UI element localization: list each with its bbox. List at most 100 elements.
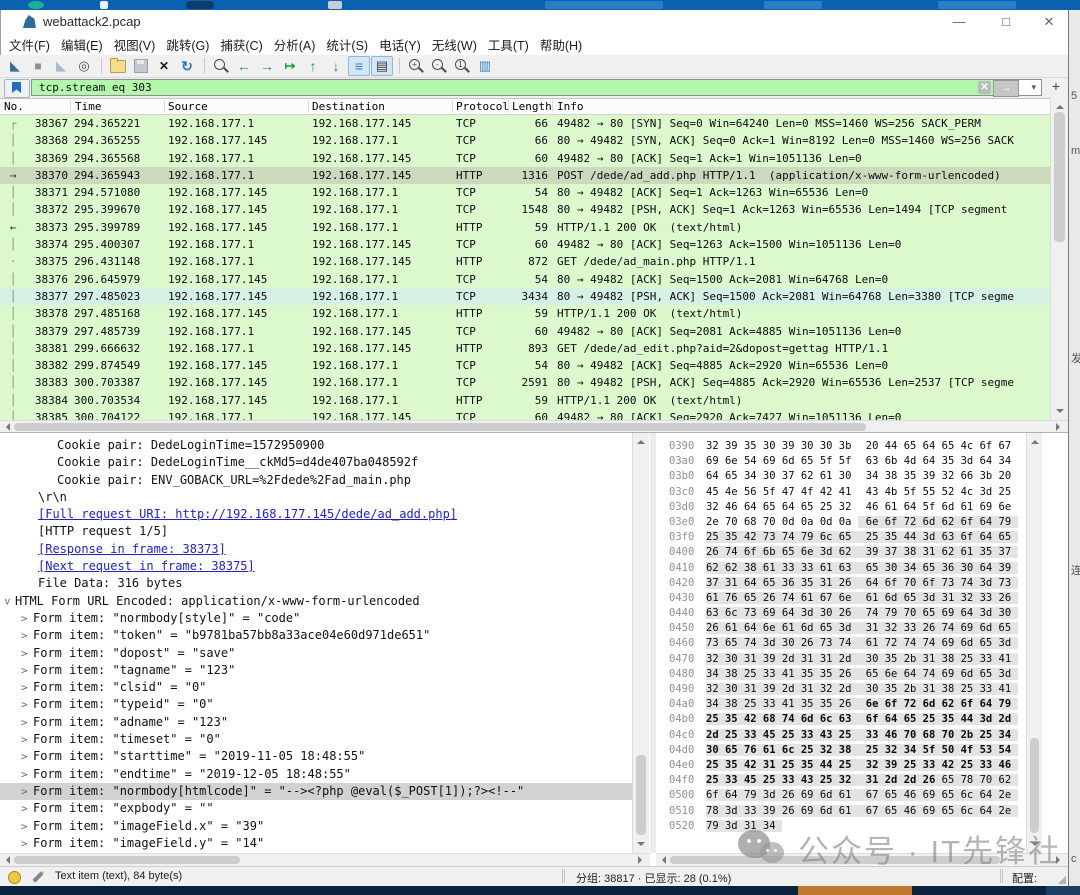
hex-byte[interactable]: 3d	[980, 577, 999, 589]
hex-byte[interactable]: 69	[923, 805, 942, 817]
hex-byte[interactable]: 33	[782, 562, 801, 574]
hex-byte[interactable]: 25	[744, 668, 763, 680]
detail-line-23[interactable]: >Form item: "imageField.y" = "14"	[0, 835, 632, 852]
hex-byte[interactable]: 25	[763, 774, 782, 786]
hex-byte[interactable]: 61	[961, 501, 980, 513]
hex-byte[interactable]: 25	[839, 759, 858, 771]
hex-row-0470[interactable]: 047032 30 31 39 2d 31 31 2d 30 35 2b 31 …	[656, 652, 1018, 667]
hex-byte[interactable]: 46	[725, 501, 744, 513]
hex-byte[interactable]: 74	[923, 637, 942, 649]
detail-link[interactable]: [Response in frame: 38373]	[38, 542, 226, 556]
hex-row-0390[interactable]: 039032 39 35 30 39 30 30 3b 20 44 65 64 …	[656, 439, 1018, 454]
detail-line-7[interactable]: [Next request in frame: 38375]	[0, 558, 632, 575]
menu-item-10[interactable]: 帮助(H)	[540, 35, 582, 54]
save-file-icon[interactable]	[130, 56, 152, 76]
packet-row-38384[interactable]: │38384300.703534192.168.177.145192.168.1…	[0, 392, 1050, 409]
column-header-info[interactable]: Info	[557, 100, 584, 113]
detail-line-3[interactable]: \r\n	[0, 489, 632, 506]
hex-byte[interactable]: 38	[839, 744, 858, 756]
hex-byte[interactable]: 68	[923, 729, 942, 741]
collapsed-arrow-icon[interactable]: >	[21, 818, 28, 835]
hex-byte[interactable]: 61	[858, 592, 885, 604]
hex-byte[interactable]: 5f	[904, 486, 923, 498]
hex-byte[interactable]: 30	[763, 440, 782, 452]
hex-hscrollbar[interactable]	[656, 853, 1068, 866]
hex-byte[interactable]: 65	[744, 592, 763, 604]
column-divider[interactable]	[164, 100, 165, 113]
hex-byte[interactable]: 42	[744, 713, 763, 725]
hex-byte[interactable]: 65	[904, 440, 923, 452]
hex-byte[interactable]: 74	[858, 607, 885, 619]
hex-byte[interactable]: 34	[999, 455, 1018, 467]
hex-byte[interactable]: 25	[782, 759, 801, 771]
hex-byte[interactable]: 46	[999, 759, 1018, 771]
hex-byte[interactable]: 31	[820, 577, 839, 589]
hex-byte[interactable]: 66	[961, 470, 980, 482]
hex-byte[interactable]: 64	[980, 698, 999, 710]
scrollbar-thumb[interactable]	[636, 755, 646, 835]
hex-byte[interactable]: 33	[858, 729, 885, 741]
detail-line-4[interactable]: [Full request URI: http://192.168.177.14…	[0, 506, 632, 523]
hex-byte[interactable]: 41	[999, 653, 1018, 665]
hex-byte[interactable]: 46	[858, 501, 885, 513]
hex-byte[interactable]: 32	[839, 501, 858, 513]
display-filter-input[interactable]: tcp.stream eq 303 ✕ → ▾	[31, 79, 1042, 96]
hex-byte[interactable]: 31	[858, 622, 885, 634]
hex-byte[interactable]: 6f	[923, 577, 942, 589]
menu-item-5[interactable]: 分析(A)	[274, 35, 316, 54]
detail-line-8[interactable]: File Data: 316 bytes	[0, 575, 632, 592]
hex-byte[interactable]: 64	[782, 501, 801, 513]
hex-byte[interactable]: 2e	[706, 516, 725, 528]
hex-byte[interactable]: 61	[839, 789, 858, 801]
hex-byte[interactable]: 25	[980, 729, 999, 741]
hex-byte[interactable]: 3d	[725, 820, 744, 832]
hex-byte[interactable]: 62	[706, 562, 725, 574]
hex-byte[interactable]: 44	[885, 440, 904, 452]
scroll-right-icon[interactable]	[1056, 423, 1064, 431]
hex-byte[interactable]: 35	[725, 713, 744, 725]
hex-byte[interactable]: 61	[820, 470, 839, 482]
hex-byte[interactable]: 63	[706, 607, 725, 619]
hex-byte[interactable]: 64	[923, 455, 942, 467]
hex-byte[interactable]: 63	[942, 531, 961, 543]
hex-byte[interactable]: 65	[904, 592, 923, 604]
hex-byte[interactable]: 5f	[820, 455, 839, 467]
hex-byte[interactable]: 32	[706, 501, 725, 513]
hex-row-0510[interactable]: 051078 3d 33 39 26 69 6d 61 67 65 46 69 …	[656, 804, 1018, 819]
hex-byte[interactable]: 5f	[923, 744, 942, 756]
collapsed-arrow-icon[interactable]: >	[21, 679, 28, 696]
collapsed-arrow-icon[interactable]: >	[21, 835, 28, 852]
hex-byte[interactable]: 37	[999, 546, 1018, 558]
scroll-down-icon[interactable]	[1056, 409, 1064, 417]
hex-row-03a0[interactable]: 03a069 6e 54 69 6d 65 5f 5f 63 6b 4d 64 …	[656, 454, 1018, 469]
hex-byte[interactable]: 74	[839, 637, 858, 649]
packet-row-38368[interactable]: │38368294.365255192.168.177.145192.168.1…	[0, 132, 1050, 149]
hex-byte[interactable]: 6b	[763, 546, 782, 558]
zoom-in-icon[interactable]: +	[405, 56, 427, 76]
scroll-up-icon[interactable]	[1056, 101, 1064, 109]
hex-vscrollbar[interactable]	[1026, 433, 1042, 853]
hex-byte[interactable]: 73	[820, 637, 839, 649]
scrollbar-thumb[interactable]	[1054, 112, 1065, 242]
scroll-right-icon[interactable]	[1056, 856, 1064, 864]
hex-byte[interactable]: 6b	[885, 455, 904, 467]
hex-byte[interactable]: 65	[725, 470, 744, 482]
detail-line-2[interactable]: Cookie pair: ENV_GOBACK_URL=%2Fdede%2Fad…	[0, 472, 632, 489]
hex-byte[interactable]: 25	[706, 713, 725, 725]
capture-stop-icon[interactable]: ■	[27, 56, 49, 76]
hex-byte[interactable]: 69	[763, 607, 782, 619]
hex-byte[interactable]: 62	[942, 698, 961, 710]
collapsed-arrow-icon[interactable]: >	[21, 627, 28, 644]
hex-byte[interactable]: 30	[725, 683, 744, 695]
detail-line-21[interactable]: >Form item: "expbody" = ""	[0, 800, 632, 817]
hex-byte[interactable]: 0a	[801, 516, 820, 528]
hex-byte[interactable]: 63	[858, 455, 885, 467]
hex-byte[interactable]: 0a	[839, 516, 858, 528]
hex-byte[interactable]: 34	[999, 729, 1018, 741]
hex-byte[interactable]: 65	[725, 637, 744, 649]
hex-byte[interactable]: 70	[904, 577, 923, 589]
hex-byte[interactable]: 62	[942, 546, 961, 558]
hex-byte[interactable]: 25	[744, 698, 763, 710]
hex-byte[interactable]: 26	[782, 789, 801, 801]
hex-byte[interactable]: 25	[782, 729, 801, 741]
